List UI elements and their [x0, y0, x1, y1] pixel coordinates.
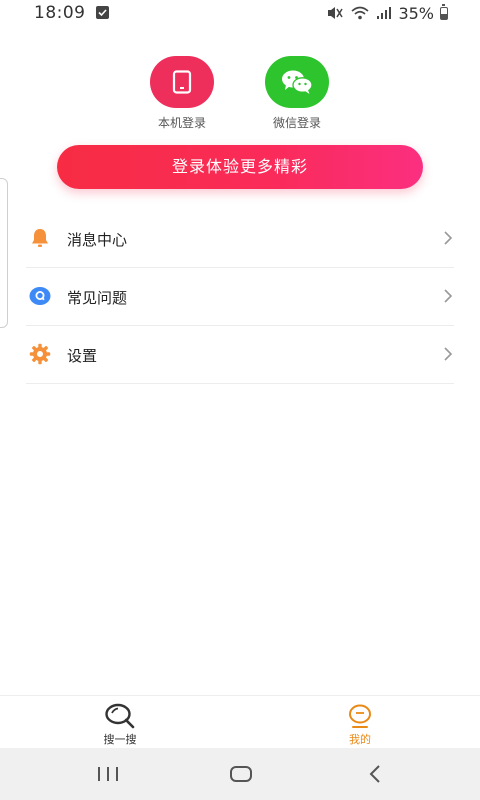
chevron-right-icon	[444, 289, 453, 303]
battery-icon	[440, 3, 448, 20]
tab-search-label: 搜一搜	[103, 733, 137, 746]
system-navigation-bar	[0, 748, 480, 800]
phone-login-button[interactable]	[150, 56, 214, 108]
notification-check-icon	[96, 6, 109, 19]
mute-icon	[328, 7, 344, 19]
search-icon	[105, 703, 135, 729]
bottom-tab-bar: 搜一搜 我的	[0, 695, 480, 749]
tab-search[interactable]: 搜一搜	[80, 696, 160, 749]
login-cta-button[interactable]: 登录体验更多精彩	[57, 145, 423, 189]
wifi-icon	[351, 6, 369, 20]
home-button[interactable]	[223, 760, 259, 788]
menu-item-label: 常见问题	[67, 289, 128, 307]
recents-icon	[98, 767, 118, 781]
status-time: 18:09	[34, 3, 86, 23]
tab-mine[interactable]: 我的	[320, 696, 400, 749]
back-button[interactable]	[358, 760, 394, 788]
wechat-login-option[interactable]: 微信登录	[257, 56, 337, 131]
wechat-login-button[interactable]	[265, 56, 329, 108]
chevron-right-icon	[444, 347, 453, 361]
smiley-face-icon	[349, 704, 371, 728]
wechat-login-label: 微信登录	[272, 116, 321, 130]
help-icon	[29, 287, 51, 305]
menu-item-label: 设置	[67, 347, 98, 365]
gear-icon	[29, 343, 51, 365]
battery-percent: 35%	[398, 3, 434, 23]
settings-menu: 消息中心 常见问题 设置	[26, 210, 454, 384]
tablet-icon	[172, 70, 192, 94]
home-icon	[230, 766, 252, 782]
menu-item-messages[interactable]: 消息中心	[26, 210, 454, 268]
menu-item-settings[interactable]: 设置	[26, 326, 454, 384]
bell-icon	[32, 229, 48, 247]
wechat-icon	[282, 70, 313, 94]
menu-item-faq[interactable]: 常见问题	[26, 268, 454, 326]
phone-login-option[interactable]: 本机登录	[142, 56, 222, 131]
edge-panel-handle[interactable]	[0, 178, 8, 328]
signal-icon	[377, 7, 392, 19]
status-indicators: 35%	[326, 3, 448, 23]
recents-button[interactable]	[90, 760, 126, 788]
tab-mine-label: 我的	[349, 733, 371, 746]
menu-item-label: 消息中心	[67, 231, 128, 249]
back-chevron-icon	[369, 765, 380, 783]
status-bar: 18:09 35%	[0, 0, 480, 26]
chevron-right-icon	[444, 231, 453, 245]
phone-login-label: 本机登录	[157, 116, 206, 130]
